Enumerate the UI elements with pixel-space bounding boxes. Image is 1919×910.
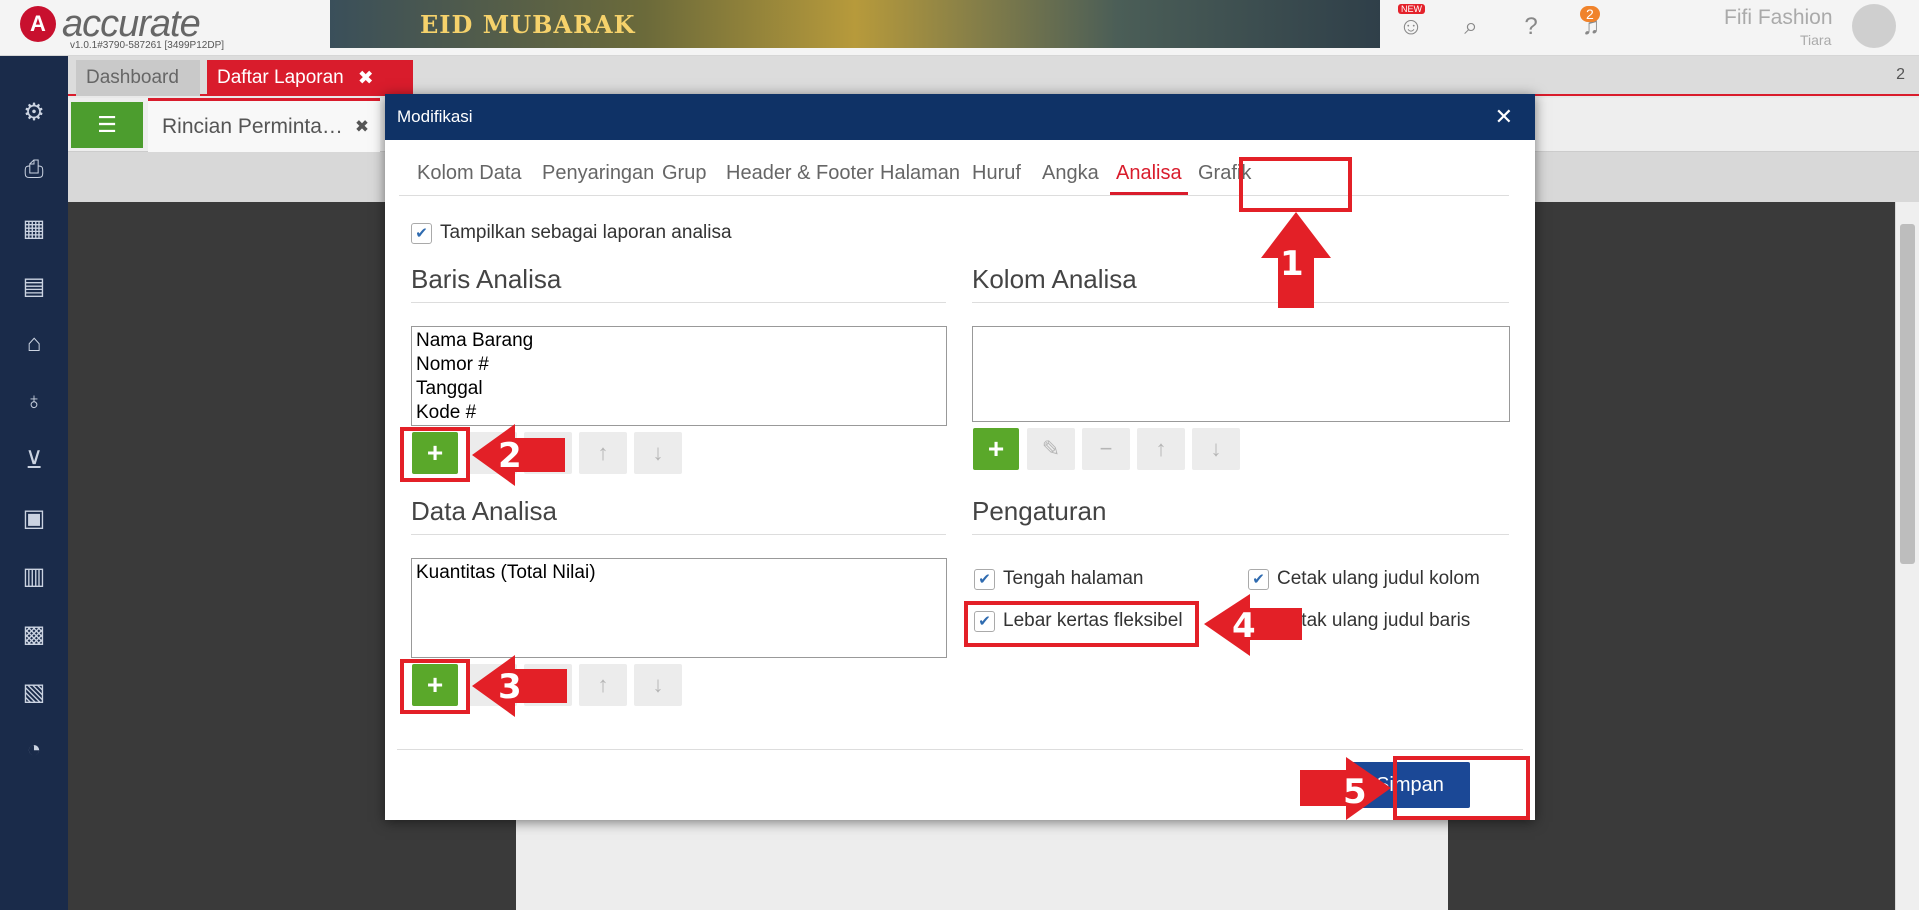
annotation-arrows [472,212,1391,820]
annotation-3: 3 [498,667,522,707]
annotation-1: 1 [1280,244,1304,284]
annotation-5: 5 [1343,772,1367,812]
annotation-4: 4 [1232,606,1256,646]
annotation-2: 2 [498,436,522,476]
